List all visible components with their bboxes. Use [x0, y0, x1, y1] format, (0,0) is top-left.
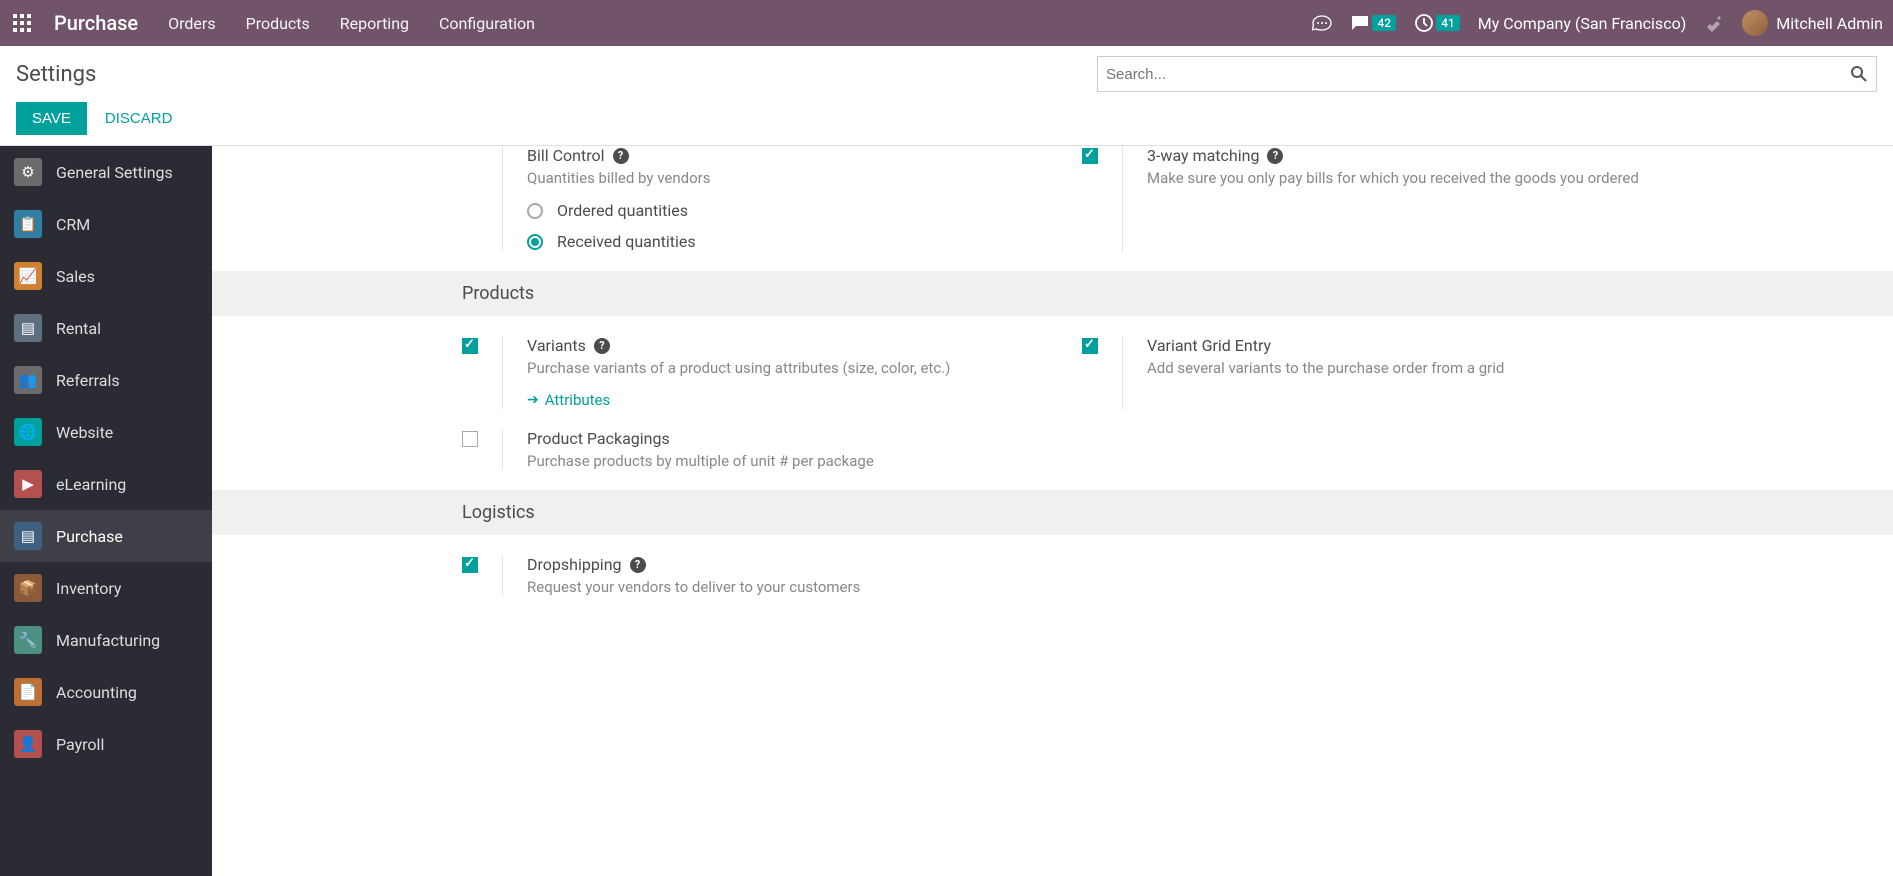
sidebar-item-payroll[interactable]: 👤 Payroll: [0, 718, 212, 770]
bill-control-title: Bill Control: [527, 146, 605, 165]
help-icon[interactable]: ?: [613, 148, 629, 164]
sidebar-item-elearning[interactable]: ▶ eLearning: [0, 458, 212, 510]
three-way-checkbox[interactable]: [1082, 148, 1098, 164]
activities-badge: 41: [1436, 15, 1460, 31]
menu-orders[interactable]: Orders: [168, 14, 215, 33]
radio-ordered-label[interactable]: Ordered quantities: [557, 201, 688, 220]
sidebar-icon: 🔧: [14, 626, 42, 654]
sidebar-item-label: Manufacturing: [56, 631, 160, 650]
control-panel: Settings SAVE DISCARD: [0, 46, 1893, 146]
search-input[interactable]: [1106, 66, 1850, 83]
sidebar-icon: ▤: [14, 314, 42, 342]
sidebar-item-purchase[interactable]: ▤ Purchase: [0, 510, 212, 562]
sidebar-item-manufacturing[interactable]: 🔧 Manufacturing: [0, 614, 212, 666]
variant-grid-checkbox[interactable]: [1082, 338, 1098, 354]
help-icon[interactable]: ?: [630, 557, 646, 573]
variants-desc: Purchase variants of a product using att…: [527, 359, 1022, 377]
app-title[interactable]: Purchase: [54, 11, 138, 35]
sidebar-item-rental[interactable]: ▤ Rental: [0, 302, 212, 354]
section-logistics: Logistics: [212, 490, 1893, 535]
sidebar-icon: 👤: [14, 730, 42, 758]
bill-control-desc: Quantities billed by vendors: [527, 169, 1022, 187]
voip-icon[interactable]: [1312, 15, 1332, 31]
variants-checkbox[interactable]: [462, 338, 478, 354]
sidebar-item-sales[interactable]: 📈 Sales: [0, 250, 212, 302]
dropship-checkbox[interactable]: [462, 557, 478, 573]
discard-button[interactable]: DISCARD: [97, 102, 181, 135]
packagings-desc: Purchase products by multiple of unit # …: [527, 452, 1022, 470]
sidebar-icon: 📋: [14, 210, 42, 238]
settings-sidebar: ⚙ General Settings 📋 CRM 📈 Sales ▤ Rental 👥 Refer…: [0, 146, 212, 876]
search-box[interactable]: [1097, 56, 1877, 92]
sidebar-item-label: eLearning: [56, 475, 126, 494]
sidebar-item-label: Rental: [56, 319, 101, 338]
company-selector[interactable]: My Company (San Francisco): [1478, 14, 1687, 33]
menu-reporting[interactable]: Reporting: [340, 14, 409, 33]
apps-icon[interactable]: [10, 11, 34, 35]
sidebar-item-crm[interactable]: 📋 CRM: [0, 198, 212, 250]
dropship-title: Dropshipping: [527, 555, 622, 574]
sidebar-item-label: Sales: [56, 267, 95, 286]
sidebar-icon: 📄: [14, 678, 42, 706]
three-way-title: 3-way matching: [1147, 146, 1259, 165]
sidebar-item-general-settings[interactable]: ⚙ General Settings: [0, 146, 212, 198]
three-way-desc: Make sure you only pay bills for which y…: [1147, 169, 1642, 187]
sidebar-item-website[interactable]: 🌐 Website: [0, 406, 212, 458]
search-icon[interactable]: [1850, 65, 1868, 83]
sidebar-icon: 👥: [14, 366, 42, 394]
sidebar-item-label: Inventory: [56, 579, 122, 598]
help-icon[interactable]: ?: [594, 338, 610, 354]
help-icon[interactable]: ?: [1267, 148, 1283, 164]
settings-content[interactable]: Bill Control ? Quantities billed by vend…: [212, 146, 1893, 876]
attributes-link[interactable]: ➔ Attributes: [527, 391, 610, 409]
section-products: Products: [212, 271, 1893, 316]
arrow-right-icon: ➔: [527, 392, 539, 408]
sidebar-icon: ▶: [14, 470, 42, 498]
save-button[interactable]: SAVE: [16, 102, 87, 135]
sidebar-icon: ▤: [14, 522, 42, 550]
topbar: Purchase Orders Products Reporting Confi…: [0, 0, 1893, 46]
sidebar-item-referrals[interactable]: 👥 Referrals: [0, 354, 212, 406]
sidebar-icon: ⚙: [14, 158, 42, 186]
sidebar-icon: 📦: [14, 574, 42, 602]
avatar: [1742, 10, 1768, 36]
sidebar-item-label: Payroll: [56, 735, 104, 754]
variants-title: Variants: [527, 336, 586, 355]
radio-received[interactable]: [527, 234, 543, 250]
page-title: Settings: [16, 62, 96, 87]
menu-configuration[interactable]: Configuration: [439, 14, 535, 33]
variant-grid-title: Variant Grid Entry: [1147, 336, 1271, 355]
activities-icon[interactable]: 41: [1414, 13, 1460, 33]
dropship-desc: Request your vendors to deliver to your …: [527, 578, 1022, 596]
user-name: Mitchell Admin: [1776, 14, 1883, 33]
radio-received-label[interactable]: Received quantities: [557, 232, 696, 251]
packagings-title: Product Packagings: [527, 429, 670, 448]
packagings-checkbox[interactable]: [462, 431, 478, 447]
variant-grid-desc: Add several variants to the purchase ord…: [1147, 359, 1642, 377]
top-menu: Orders Products Reporting Configuration: [168, 14, 535, 33]
sidebar-item-label: General Settings: [56, 163, 173, 182]
sidebar-item-inventory[interactable]: 📦 Inventory: [0, 562, 212, 614]
sidebar-item-label: Purchase: [56, 527, 123, 546]
messages-badge: 42: [1372, 15, 1396, 31]
user-menu[interactable]: Mitchell Admin: [1742, 10, 1883, 36]
sidebar-item-accounting[interactable]: 📄 Accounting: [0, 666, 212, 718]
debug-icon[interactable]: [1704, 13, 1724, 33]
sidebar-icon: 📈: [14, 262, 42, 290]
sidebar-icon: 🌐: [14, 418, 42, 446]
sidebar-item-label: Accounting: [56, 683, 137, 702]
sidebar-item-label: CRM: [56, 215, 90, 234]
menu-products[interactable]: Products: [246, 14, 310, 33]
sidebar-item-label: Website: [56, 423, 113, 442]
sidebar-item-label: Referrals: [56, 371, 120, 390]
messages-icon[interactable]: 42: [1350, 14, 1396, 32]
radio-ordered[interactable]: [527, 203, 543, 219]
